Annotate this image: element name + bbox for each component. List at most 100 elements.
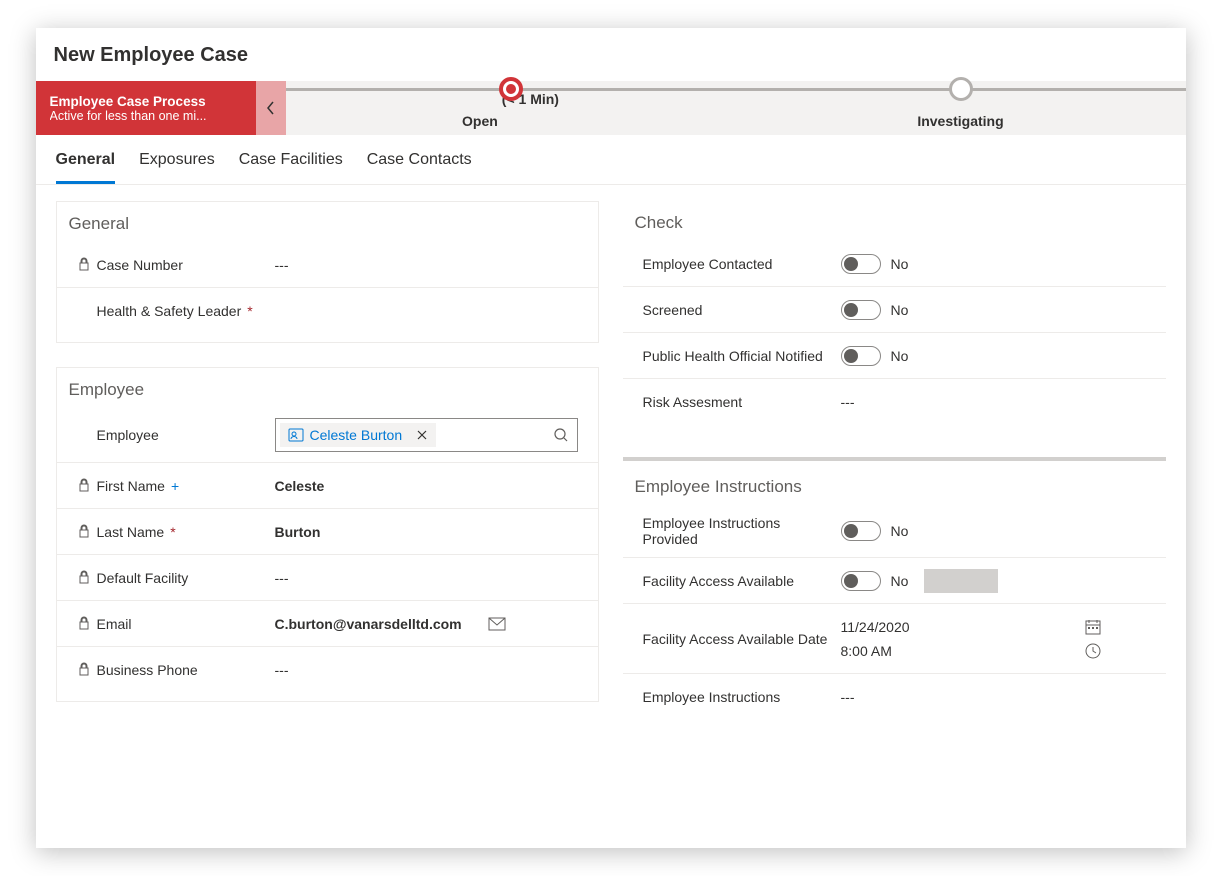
process-bar: Employee Case Process Active for less th… [36, 81, 1186, 135]
instructions-provided-toggle[interactable] [841, 521, 881, 541]
field-employee-lookup: Employee Celeste Burton [57, 408, 598, 463]
toggle-value: No [891, 348, 909, 364]
field-label-text: Employee Instructions [643, 689, 781, 705]
stage-dot-icon [949, 77, 973, 101]
redacted-block [924, 569, 998, 593]
field-last-name: Last Name * Burton [57, 509, 598, 555]
time-value[interactable]: 8:00 AM [841, 643, 892, 659]
field-label-text: Email [97, 616, 132, 632]
field-business-phone: Business Phone --- [57, 647, 598, 693]
field-label-text: Employee Contacted [643, 256, 773, 272]
field-label-text: Facility Access Available [643, 573, 794, 589]
section-employee: Employee Employee Celeste Burton [56, 367, 599, 702]
stage-investigating[interactable]: Investigating [736, 81, 1186, 135]
field-first-name: First Name + Celeste [57, 463, 598, 509]
tab-case-contacts[interactable]: Case Contacts [367, 151, 472, 184]
employee-contacted-toggle[interactable] [841, 254, 881, 274]
field-label-text: Business Phone [97, 662, 198, 678]
close-icon [416, 429, 428, 441]
field-email: Email C.burton@vanarsdelltd.com [57, 601, 598, 647]
field-value[interactable]: --- [841, 394, 1146, 410]
send-email-button[interactable] [488, 617, 506, 631]
tab-exposures[interactable]: Exposures [139, 151, 215, 184]
recommended-indicator-icon: + [171, 478, 181, 494]
field-health-safety-leader: Health & Safety Leader * [57, 288, 598, 334]
lock-icon [77, 524, 91, 538]
section-employee-instructions: Employee Instructions Employee Instructi… [623, 457, 1166, 728]
field-label-text: Employee [97, 427, 159, 443]
lock-icon [77, 478, 91, 492]
field-label-text: First Name [97, 478, 165, 494]
process-badge[interactable]: Employee Case Process Active for less th… [36, 81, 256, 135]
tab-case-facilities[interactable]: Case Facilities [239, 151, 343, 184]
date-picker-button[interactable] [1085, 619, 1101, 635]
time-picker-button[interactable] [1085, 643, 1101, 659]
field-case-number: Case Number --- [57, 242, 598, 288]
public-health-notified-toggle[interactable] [841, 346, 881, 366]
clear-lookup-button[interactable] [416, 429, 428, 441]
section-title: Employee [57, 380, 598, 408]
field-label-text: Public Health Official Notified [643, 348, 823, 364]
date-value[interactable]: 11/24/2020 [841, 619, 910, 635]
section-title: Employee Instructions [623, 477, 1166, 505]
field-label-text: Screened [643, 302, 703, 318]
mail-icon [488, 617, 506, 631]
chevron-left-icon [266, 101, 276, 115]
toggle-value: No [891, 523, 909, 539]
field-instructions-provided: Employee Instructions Provided No [623, 505, 1166, 558]
employee-lookup-input[interactable]: Celeste Burton [275, 418, 578, 452]
process-name: Employee Case Process [50, 94, 242, 109]
lock-icon [77, 257, 91, 271]
field-label-text: Facility Access Available Date [643, 631, 828, 647]
section-check: Check Employee Contacted No Screened No [623, 201, 1166, 433]
lookup-pill[interactable]: Celeste Burton [280, 423, 437, 447]
contact-icon [288, 427, 304, 443]
section-title: General [57, 214, 598, 242]
field-public-health-notified: Public Health Official Notified No [623, 333, 1166, 379]
field-default-facility: Default Facility --- [57, 555, 598, 601]
field-label-text: Last Name [97, 524, 165, 540]
field-value[interactable]: --- [275, 257, 578, 273]
field-facility-access-date: Facility Access Available Date 11/24/202… [623, 604, 1166, 674]
field-label-text: Case Number [97, 257, 183, 273]
stage-open[interactable]: Open (< 1 Min) [286, 81, 736, 135]
stage-label: Investigating [917, 113, 1003, 129]
toggle-value: No [891, 573, 909, 589]
search-icon [553, 427, 569, 443]
field-value[interactable]: Celeste [275, 478, 578, 494]
required-indicator-icon: * [247, 303, 257, 319]
field-label-text: Default Facility [97, 570, 189, 586]
lock-icon [77, 616, 91, 630]
field-label-text: Risk Assesment [643, 394, 743, 410]
screened-toggle[interactable] [841, 300, 881, 320]
calendar-icon [1085, 619, 1101, 635]
section-title: Check [623, 213, 1166, 241]
toggle-value: No [891, 256, 909, 272]
field-employee-instructions: Employee Instructions --- [623, 674, 1166, 720]
field-value[interactable]: C.burton@vanarsdelltd.com [275, 616, 462, 632]
process-duration: Active for less than one mi... [50, 109, 242, 123]
lock-icon [77, 662, 91, 676]
section-general: General Case Number --- Health & Safety … [56, 201, 599, 343]
tab-general[interactable]: General [56, 151, 116, 184]
field-value[interactable]: Burton [275, 524, 578, 540]
lock-icon [77, 570, 91, 584]
required-indicator-icon: * [170, 524, 180, 540]
field-value[interactable]: --- [841, 689, 1146, 705]
page-title: New Employee Case [36, 28, 1186, 81]
clock-icon [1085, 643, 1101, 659]
process-collapse-button[interactable] [256, 81, 286, 135]
toggle-value: No [891, 302, 909, 318]
field-label-text: Health & Safety Leader [97, 303, 242, 319]
stage-label: Open [462, 113, 498, 129]
lookup-value: Celeste Burton [310, 427, 403, 443]
field-facility-access-available: Facility Access Available No [623, 558, 1166, 604]
field-screened: Screened No [623, 287, 1166, 333]
field-value[interactable]: --- [275, 570, 578, 586]
field-risk-assessment: Risk Assesment --- [623, 379, 1166, 425]
tabs: General Exposures Case Facilities Case C… [36, 135, 1186, 185]
field-label-text: Employee Instructions Provided [643, 515, 833, 547]
lookup-search-button[interactable] [553, 427, 569, 443]
facility-access-toggle[interactable] [841, 571, 881, 591]
field-value[interactable]: --- [275, 662, 578, 678]
